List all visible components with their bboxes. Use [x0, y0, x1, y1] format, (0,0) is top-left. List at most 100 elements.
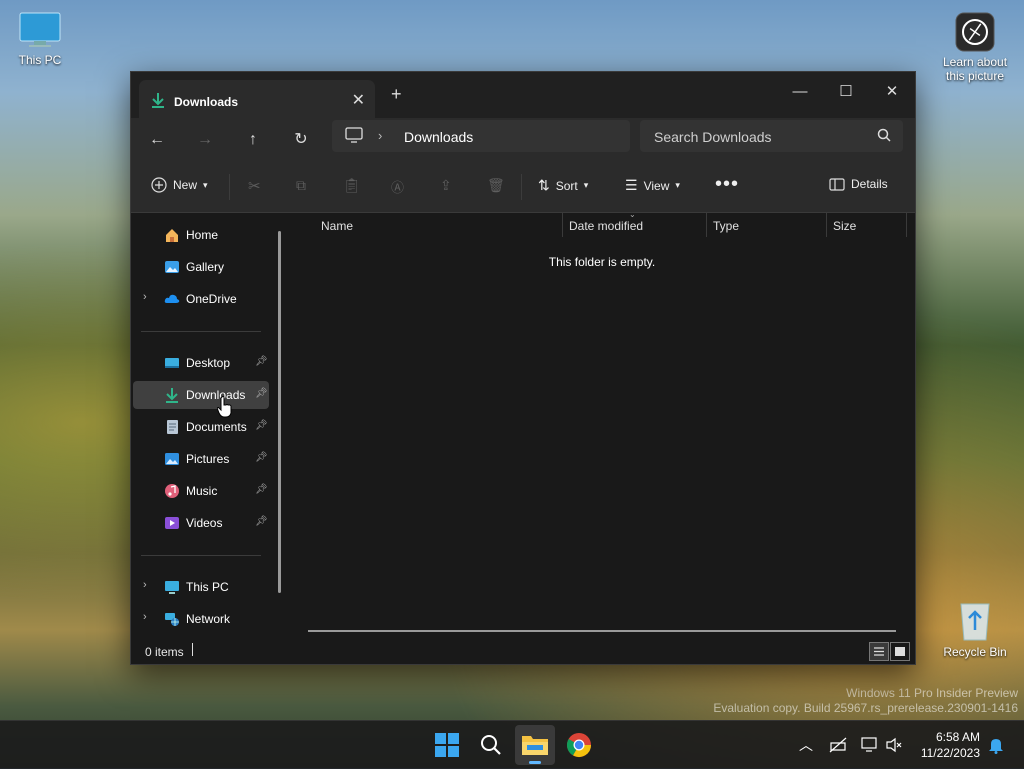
sidebar-item-label: Desktop — [186, 356, 231, 370]
delete-button[interactable]: 🗑︎ — [487, 177, 505, 194]
desktop-icon-label: This PC — [18, 53, 62, 67]
toolbar-divider — [229, 174, 230, 200]
close-window-button[interactable]: ✕ — [869, 78, 915, 106]
sidebar-item-pictures[interactable]: Pictures 📌︎ — [133, 445, 269, 473]
up-button[interactable]: ↑ — [238, 126, 268, 154]
sidebar-item-videos[interactable]: Videos 📌︎ — [133, 509, 269, 537]
search-icon — [877, 128, 891, 142]
minimize-button[interactable]: — — [777, 78, 823, 106]
chevron-down-icon: ▾ — [203, 179, 208, 190]
column-header-name[interactable]: Name — [321, 219, 353, 233]
search-placeholder: Search Downloads — [654, 129, 772, 145]
desktop-icon-this-pc[interactable]: This PC — [0, 10, 80, 67]
sidebar-item-downloads[interactable]: Downloads 📌︎ — [133, 381, 269, 409]
trash-icon: 🗑︎ — [487, 177, 505, 193]
column-header-date-modified[interactable]: Date modified — [569, 219, 643, 233]
chevron-right-icon[interactable]: › — [378, 128, 382, 143]
sidebar-item-label: Documents — [186, 420, 247, 434]
pin-icon: 📌︎ — [255, 484, 268, 495]
column-divider[interactable] — [706, 213, 707, 237]
cut-button[interactable]: ✂ — [248, 177, 261, 195]
monitor-icon — [165, 581, 179, 594]
status-bar: 0 items — [131, 638, 915, 664]
plus-circle-icon — [151, 177, 167, 193]
copy-button[interactable]: ⧉ — [296, 177, 306, 194]
monitor-icon — [345, 127, 363, 143]
file-explorer-taskbar-button[interactable] — [515, 725, 555, 765]
sidebar-item-gallery[interactable]: Gallery — [133, 253, 269, 281]
tab-downloads[interactable]: Downloads ✕ — [139, 80, 375, 118]
column-divider[interactable] — [562, 213, 563, 237]
chevron-up-icon[interactable]: ︿ — [799, 735, 813, 755]
sidebar-item-onedrive[interactable]: › OneDrive — [133, 285, 269, 313]
new-button[interactable]: New ▾ — [151, 177, 208, 193]
chevron-right-icon[interactable]: › — [143, 291, 147, 303]
tab-title: Downloads — [174, 95, 239, 109]
windows-start-icon[interactable] — [431, 729, 463, 761]
desktop-icon-learn-picture[interactable]: Learn about this picture — [935, 12, 1015, 83]
column-header-type[interactable]: Type — [713, 219, 739, 233]
folder-icon — [522, 736, 548, 755]
gallery-icon — [165, 261, 179, 273]
new-tab-button[interactable]: + — [391, 84, 402, 105]
address-bar[interactable]: › Downloads — [332, 120, 630, 152]
see-more-button[interactable]: ••• — [715, 173, 739, 196]
search-icon[interactable] — [475, 729, 507, 761]
search-input[interactable]: Search Downloads — [640, 120, 903, 152]
toolbar-divider — [521, 174, 522, 200]
column-divider[interactable] — [826, 213, 827, 237]
sidebar-scrollbar[interactable] — [278, 231, 281, 593]
new-label: New — [173, 178, 198, 192]
view-button[interactable]: ☰ View ▾ — [625, 177, 680, 194]
horizontal-scrollbar[interactable] — [308, 630, 896, 632]
rename-button[interactable]: Ⓐ — [391, 177, 404, 196]
details-button[interactable]: Details — [829, 177, 888, 191]
hand-pointer-icon — [217, 396, 232, 418]
sidebar-item-music[interactable]: Music 📌︎ — [133, 477, 269, 505]
download-icon — [166, 388, 178, 403]
sort-button[interactable]: ⇅ Sort ▾ — [538, 177, 588, 194]
refresh-button[interactable]: ↻ — [286, 126, 316, 154]
taskbar-clock[interactable]: 6:58 AM 11/22/2023 — [921, 729, 980, 761]
chevron-down-icon: ▾ — [675, 180, 680, 190]
details-pane-icon — [829, 177, 845, 191]
tiles-icon — [895, 647, 905, 656]
pictures-icon — [165, 453, 179, 465]
monitor-icon — [19, 12, 61, 47]
status-divider — [192, 643, 193, 656]
volume-muted-icon[interactable] — [885, 737, 903, 753]
chevron-right-icon[interactable]: › — [143, 579, 147, 591]
close-tab-icon[interactable]: ✕ — [352, 90, 365, 110]
camera-info-icon — [955, 12, 995, 52]
file-list: Name ⌄ Date modified Type Size This fold… — [289, 210, 915, 637]
maximize-button[interactable]: ☐ — [823, 78, 869, 106]
sidebar-item-network[interactable]: › Network — [133, 605, 269, 633]
notification-bell-icon[interactable] — [988, 736, 1004, 754]
column-divider[interactable] — [906, 213, 907, 237]
chevron-right-icon[interactable]: › — [143, 611, 147, 623]
tiles-view-button[interactable] — [890, 642, 910, 661]
sidebar-item-documents[interactable]: Documents 📌︎ — [133, 413, 269, 441]
view-list-icon: ☰ — [625, 177, 638, 193]
sidebar-item-desktop[interactable]: Desktop 📌︎ — [133, 349, 269, 377]
sidebar-item-label: Downloads — [186, 388, 246, 402]
copy-icon: ⧉ — [296, 177, 306, 193]
details-view-button[interactable] — [869, 642, 889, 661]
sidebar-item-home[interactable]: Home — [133, 221, 269, 249]
breadcrumb[interactable]: Downloads — [404, 129, 473, 145]
desktop-icon-label: Recycle Bin — [943, 645, 1007, 659]
desktop-icon-recycle-bin[interactable]: Recycle Bin — [935, 598, 1015, 659]
document-icon — [167, 420, 178, 434]
forward-button[interactable]: → — [190, 126, 220, 154]
paste-button[interactable]: 📋︎ — [343, 177, 361, 194]
share-button[interactable]: ⇪ — [440, 177, 452, 194]
display-icon[interactable] — [861, 736, 879, 752]
details-label: Details — [851, 177, 888, 191]
column-header-size[interactable]: Size — [833, 219, 856, 233]
pin-icon: 📌︎ — [255, 388, 268, 399]
network-disconnected-icon[interactable] — [829, 737, 847, 753]
chrome-icon[interactable] — [563, 729, 595, 761]
back-button[interactable]: ← — [142, 126, 172, 154]
sidebar-item-this-pc[interactable]: › This PC — [133, 573, 269, 601]
navigation-bar: ← → ↑ ↻ › Downloads Search Downloads — [131, 118, 915, 162]
